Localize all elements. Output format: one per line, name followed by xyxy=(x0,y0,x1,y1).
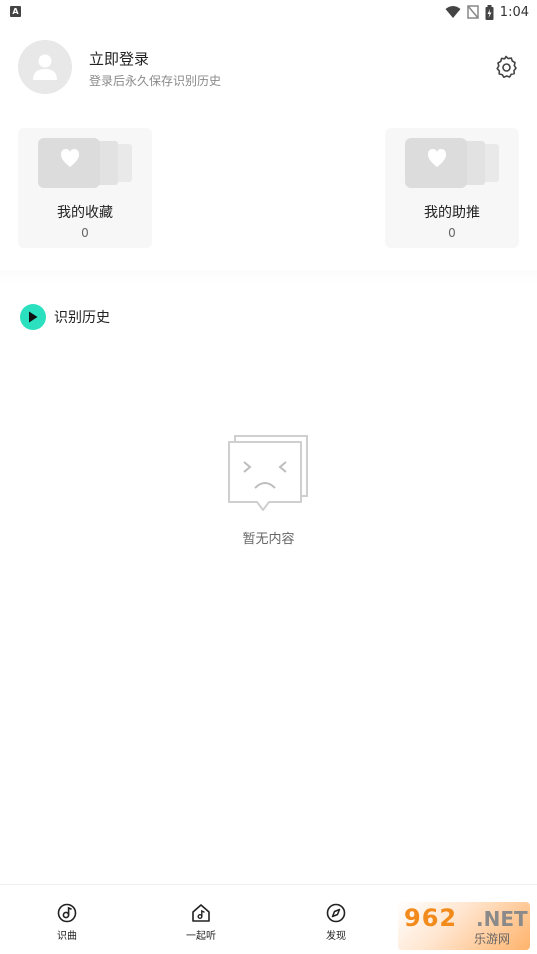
status-time: 1:04 xyxy=(499,4,529,20)
compass-icon xyxy=(326,903,346,923)
favorites-label: 我的收藏 xyxy=(57,205,113,221)
music-note-icon xyxy=(57,903,77,923)
app-notification-icon: A xyxy=(10,6,21,17)
profile-section: 立即登录 登录后永久保存识别历史 xyxy=(0,40,537,96)
heart-icon xyxy=(38,138,132,188)
watermark-sub: 乐游网 xyxy=(474,932,511,946)
tab-discover[interactable]: 发现 xyxy=(306,903,366,942)
battery-charging-icon xyxy=(485,4,494,20)
favorites-card[interactable]: 我的收藏 0 xyxy=(18,128,152,248)
tab-recognize[interactable]: 识曲 xyxy=(37,903,97,942)
favorites-count: 0 xyxy=(81,226,89,240)
tab-label: 识曲 xyxy=(57,931,77,942)
boost-label: 我的助推 xyxy=(424,205,480,221)
tab-label: 发现 xyxy=(326,931,346,942)
boost-count: 0 xyxy=(448,226,456,240)
section-divider xyxy=(0,270,537,284)
status-icons: 1:04 xyxy=(445,3,529,21)
wifi-icon xyxy=(445,6,461,18)
gear-icon[interactable] xyxy=(494,55,518,79)
history-title: 识别历史 xyxy=(54,310,110,326)
heart-icon xyxy=(405,138,499,188)
play-icon xyxy=(29,311,38,323)
sad-face-icon xyxy=(228,435,308,511)
watermark-suffix: .NET xyxy=(476,907,528,931)
empty-text: 暂无内容 xyxy=(242,532,295,547)
status-bar: A 1:04 xyxy=(0,0,537,24)
watermark-logo: 962 .NET 乐游网 xyxy=(398,902,530,950)
history-header: 识别历史 xyxy=(20,303,110,331)
user-icon xyxy=(33,54,57,80)
tab-label: 一起听 xyxy=(186,931,216,942)
login-title[interactable]: 立即登录 xyxy=(89,48,149,69)
tab-listen-together[interactable]: 一起听 xyxy=(171,903,231,942)
boost-card[interactable]: 我的助推 0 xyxy=(385,128,519,248)
no-signal-icon xyxy=(467,5,479,19)
avatar[interactable] xyxy=(18,40,72,94)
home-music-icon xyxy=(192,904,210,922)
login-subtitle: 登录后永久保存识别历史 xyxy=(89,74,222,88)
watermark-main: 962 xyxy=(404,904,458,932)
history-badge xyxy=(20,304,46,330)
